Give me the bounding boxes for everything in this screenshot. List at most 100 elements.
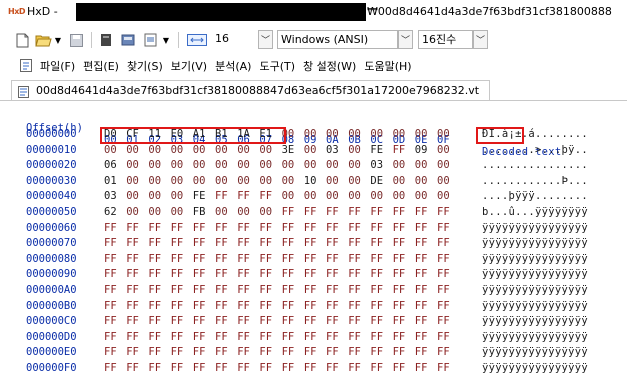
hex-byte[interactable]: FF [237, 222, 253, 234]
hex-byte[interactable]: FF [282, 222, 298, 234]
decoded-text[interactable]: ÿÿÿÿÿÿÿÿÿÿÿÿÿÿÿÿ [482, 253, 588, 265]
hex-byte[interactable]: FF [215, 300, 231, 312]
hex-byte[interactable]: 00 [415, 175, 431, 187]
hex-byte[interactable]: FF [415, 331, 431, 343]
hex-byte[interactable]: FF [437, 284, 453, 296]
bytes-per-row-field[interactable]: 16 [212, 30, 257, 49]
decoded-text[interactable]: b...û...ÿÿÿÿÿÿÿÿ [482, 206, 588, 218]
hex-byte[interactable]: FF [282, 253, 298, 265]
hex-byte[interactable]: 00 [104, 144, 120, 156]
hex-byte[interactable]: FF [304, 346, 320, 358]
hex-byte[interactable]: FF [326, 331, 342, 343]
hex-byte[interactable]: 00 [215, 175, 231, 187]
hex-byte[interactable]: FE [370, 144, 386, 156]
hex-byte[interactable]: FF [193, 346, 209, 358]
hex-byte[interactable]: FF [282, 206, 298, 218]
hex-byte[interactable]: 00 [415, 159, 431, 171]
hex-byte[interactable]: FF [415, 253, 431, 265]
hex-byte[interactable]: FF [171, 284, 187, 296]
hex-byte[interactable]: FF [171, 362, 187, 374]
document-icon[interactable] [142, 31, 158, 49]
hex-byte[interactable]: FF [259, 300, 275, 312]
hex-byte[interactable]: FF [104, 300, 120, 312]
hex-byte[interactable]: FF [304, 222, 320, 234]
hex-byte[interactable]: 09 [415, 144, 431, 156]
hex-byte[interactable]: FF [259, 237, 275, 249]
hex-byte[interactable]: FF [215, 331, 231, 343]
hex-byte[interactable]: FF [282, 331, 298, 343]
hex-byte[interactable]: FF [148, 315, 164, 327]
hex-byte[interactable]: 00 [326, 128, 342, 140]
hex-byte[interactable]: 00 [393, 128, 409, 140]
hex-byte[interactable]: FF [437, 206, 453, 218]
hex-byte[interactable]: 00 [437, 159, 453, 171]
hex-byte[interactable]: FF [393, 331, 409, 343]
hex-byte[interactable]: 00 [348, 159, 364, 171]
decoded-text[interactable]: ÿÿÿÿÿÿÿÿÿÿÿÿÿÿÿÿ [482, 222, 588, 234]
hex-byte[interactable]: FF [348, 346, 364, 358]
charset-dropdown[interactable]: ﹀ [398, 30, 413, 49]
hex-byte[interactable]: FF [437, 300, 453, 312]
hex-byte[interactable]: FF [126, 346, 142, 358]
hex-byte[interactable]: FF [370, 253, 386, 265]
hex-byte[interactable]: FF [104, 346, 120, 358]
hex-byte[interactable]: FF [148, 222, 164, 234]
menu-window[interactable]: 창 설정(W) [303, 58, 356, 74]
hex-byte[interactable]: 00 [370, 190, 386, 202]
hex-byte[interactable]: 00 [237, 159, 253, 171]
hex-byte[interactable]: FF [126, 222, 142, 234]
hex-byte[interactable]: FF [282, 362, 298, 374]
hex-byte[interactable]: 00 [126, 175, 142, 187]
hex-byte[interactable]: FF [326, 222, 342, 234]
hex-byte[interactable]: 06 [104, 159, 120, 171]
hex-byte[interactable]: 01 [104, 175, 120, 187]
hex-byte[interactable]: FF [326, 237, 342, 249]
hex-byte[interactable]: FF [259, 253, 275, 265]
hex-byte[interactable]: 00 [193, 159, 209, 171]
menu-view[interactable]: 보기(V) [171, 58, 207, 74]
hex-byte[interactable]: FF [304, 362, 320, 374]
decoded-text[interactable]: ....þÿÿÿ........ [482, 190, 588, 202]
hex-byte[interactable]: FF [393, 237, 409, 249]
hex-byte[interactable]: 00 [126, 190, 142, 202]
hex-byte[interactable]: FF [259, 331, 275, 343]
hex-byte[interactable]: FF [237, 253, 253, 265]
hex-byte[interactable]: FF [193, 222, 209, 234]
hex-byte[interactable]: FF [193, 362, 209, 374]
hex-byte[interactable]: FF [104, 253, 120, 265]
hex-byte[interactable]: 00 [393, 175, 409, 187]
hex-byte[interactable]: FF [237, 300, 253, 312]
hex-byte[interactable]: 00 [348, 128, 364, 140]
hex-byte[interactable]: FF [126, 268, 142, 280]
hex-byte[interactable]: 10 [304, 175, 320, 187]
open-dropdown-icon[interactable]: ▼ [53, 31, 63, 49]
hex-byte[interactable]: 00 [437, 175, 453, 187]
hex-byte[interactable]: FF [126, 253, 142, 265]
hex-byte[interactable]: FF [193, 237, 209, 249]
hex-byte[interactable]: FF [348, 268, 364, 280]
hex-byte[interactable]: FF [171, 237, 187, 249]
hex-byte[interactable]: FF [259, 315, 275, 327]
hex-byte[interactable]: FF [415, 284, 431, 296]
hex-byte[interactable]: FF [171, 331, 187, 343]
hex-byte[interactable]: FF [126, 284, 142, 296]
hex-byte[interactable]: 00 [171, 190, 187, 202]
hex-byte[interactable]: FF [193, 331, 209, 343]
hex-byte[interactable]: FF [370, 237, 386, 249]
hex-byte[interactable]: FF [215, 222, 231, 234]
hex-byte[interactable]: 00 [393, 190, 409, 202]
number-base-select[interactable]: 16진수 [418, 30, 473, 49]
document-menu-icon[interactable] [20, 59, 34, 73]
hex-byte[interactable]: 00 [171, 206, 187, 218]
hex-byte[interactable]: FF [171, 315, 187, 327]
hex-byte[interactable]: 00 [126, 159, 142, 171]
hex-byte[interactable]: FF [215, 268, 231, 280]
hex-byte[interactable]: FF [282, 284, 298, 296]
hex-byte[interactable]: FF [215, 190, 231, 202]
hex-byte[interactable]: 00 [171, 159, 187, 171]
hex-byte[interactable]: 00 [415, 190, 431, 202]
hex-byte[interactable]: FF [326, 268, 342, 280]
hex-byte[interactable]: FF [259, 190, 275, 202]
hex-byte[interactable]: 00 [193, 144, 209, 156]
hex-byte[interactable]: FF [348, 222, 364, 234]
